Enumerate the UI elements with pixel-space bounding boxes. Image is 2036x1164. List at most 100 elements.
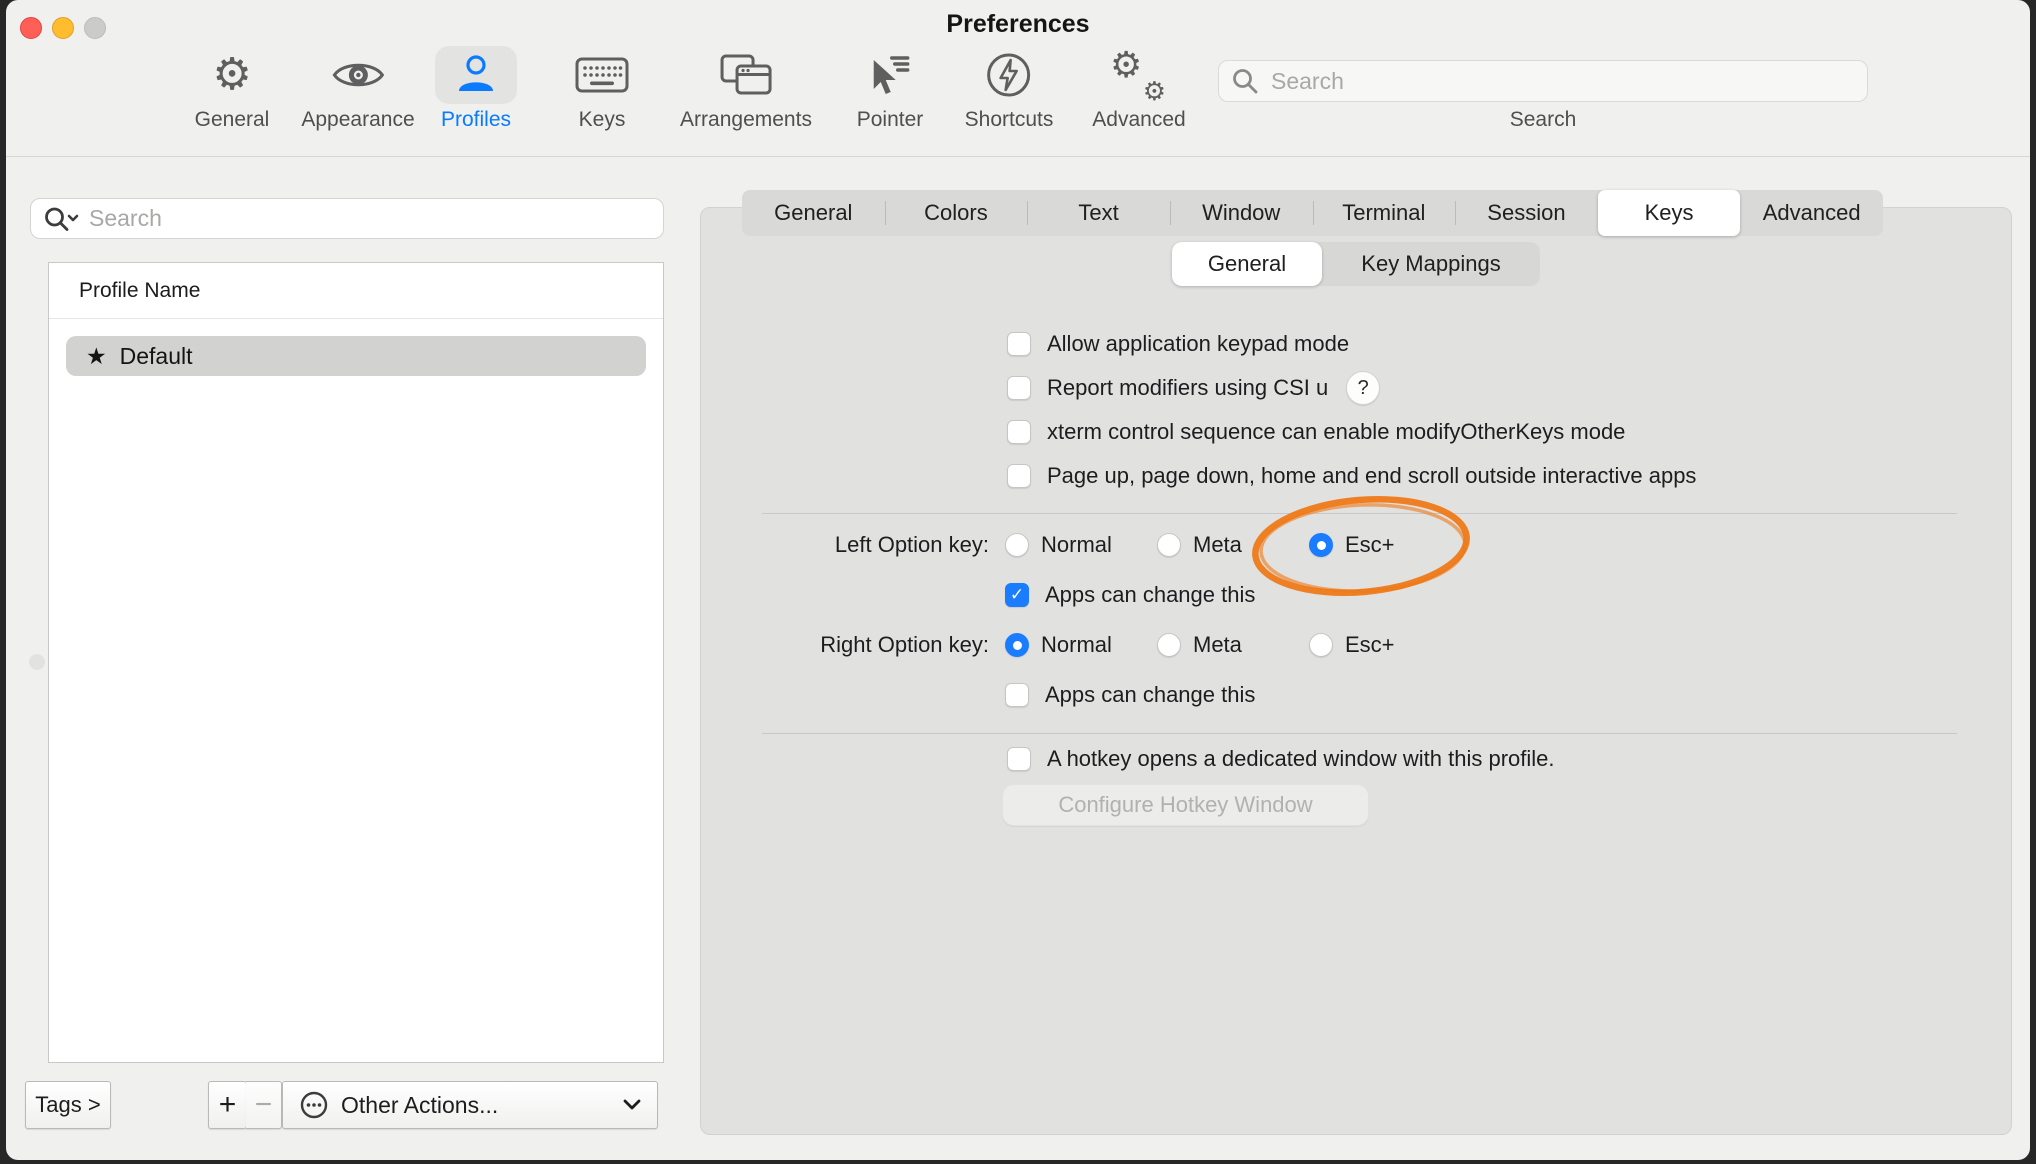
tab-advanced[interactable]: Advanced xyxy=(1740,190,1883,236)
toolbar-item-label: Advanced xyxy=(1092,108,1185,132)
checkbox-row-left-apps-change: Apps can change this xyxy=(1005,578,1255,612)
radio-right-option-esc[interactable]: Esc+ xyxy=(1309,628,1395,662)
toolbar-item-label: Keys xyxy=(579,108,626,132)
toolbar-item-shortcuts[interactable]: Shortcuts xyxy=(965,46,1054,132)
toolbar-item-label: Pointer xyxy=(857,108,924,132)
configure-hotkey-window-button[interactable]: Configure Hotkey Window xyxy=(1002,784,1369,826)
toolbar-item-general[interactable]: ⚙ General xyxy=(195,46,270,132)
radio-icon[interactable] xyxy=(1309,633,1333,657)
radio-icon[interactable] xyxy=(1005,533,1029,557)
search-icon xyxy=(1231,67,1259,95)
toolbar-item-advanced[interactable]: ⚙ ⚙ Advanced xyxy=(1092,46,1185,132)
toolbar-item-label: Appearance xyxy=(301,108,414,132)
section-divider xyxy=(762,733,1957,734)
splitter-handle[interactable] xyxy=(29,654,45,670)
radio-label: Meta xyxy=(1193,632,1242,658)
checkbox-left-apps-change-checked[interactable] xyxy=(1005,583,1029,607)
radio-right-option-normal[interactable]: Normal xyxy=(1005,628,1112,662)
tab-keys[interactable]: Keys xyxy=(1598,190,1741,236)
profile-row-default[interactable]: ★ Default xyxy=(66,336,646,376)
other-actions-dropdown[interactable]: Other Actions... xyxy=(282,1081,658,1129)
gear-icon: ⚙ xyxy=(212,51,251,99)
subtab-key-mappings[interactable]: Key Mappings xyxy=(1322,242,1540,286)
radio-label: Normal xyxy=(1041,632,1112,658)
toolbar-search-caption: Search xyxy=(1218,108,1868,132)
checkbox-row-modify-other-keys: xterm control sequence can enable modify… xyxy=(1007,415,1625,449)
toolbar-divider xyxy=(6,156,2030,157)
lightning-icon xyxy=(985,46,1033,104)
checkbox-label[interactable]: Report modifiers using CSI u xyxy=(1047,375,1328,401)
radio-right-option-meta[interactable]: Meta xyxy=(1157,628,1242,662)
profile-search-input[interactable] xyxy=(87,204,651,233)
checkbox-label[interactable]: A hotkey opens a dedicated window with t… xyxy=(1047,746,1555,772)
section-divider xyxy=(762,513,1957,514)
toolbar-item-pointer[interactable]: Pointer xyxy=(857,46,924,132)
profile-tab-strip: General Colors Text Window Terminal Sess… xyxy=(742,190,1883,236)
toolbar-search-input[interactable] xyxy=(1269,67,1855,96)
tab-text[interactable]: Text xyxy=(1027,190,1170,236)
checkbox-row-keypad-mode: Allow application keypad mode xyxy=(1007,327,1349,361)
radio-icon-selected[interactable] xyxy=(1309,533,1333,557)
help-button[interactable]: ? xyxy=(1346,371,1380,405)
toolbar-item-label: Arrangements xyxy=(680,108,812,132)
windows-stack-icon xyxy=(719,46,773,104)
toolbar-item-keys[interactable]: Keys xyxy=(575,46,629,132)
checkbox-row-right-apps-change: Apps can change this xyxy=(1005,678,1255,712)
search-scope-icon xyxy=(43,205,79,233)
subtab-general[interactable]: General xyxy=(1172,242,1322,286)
checkbox-label[interactable]: Allow application keypad mode xyxy=(1047,331,1349,357)
tab-general[interactable]: General xyxy=(742,190,885,236)
tab-colors[interactable]: Colors xyxy=(885,190,1028,236)
tags-button[interactable]: Tags > xyxy=(25,1081,111,1129)
checkbox-label[interactable]: Apps can change this xyxy=(1045,682,1255,708)
keys-subtab-strip: General Key Mappings xyxy=(1172,242,1540,286)
radio-icon[interactable] xyxy=(1157,533,1181,557)
checkbox-row-scroll-outside: Page up, page down, home and end scroll … xyxy=(1007,459,1696,493)
chevron-down-icon xyxy=(623,1099,641,1111)
radio-left-option-normal[interactable]: Normal xyxy=(1005,528,1112,562)
radio-left-option-esc[interactable]: Esc+ xyxy=(1309,528,1395,562)
toolbar-item-profiles[interactable]: Profiles xyxy=(435,46,517,132)
gears-icon: ⚙ ⚙ xyxy=(1110,48,1168,102)
radio-label: Meta xyxy=(1193,532,1242,558)
cursor-icon xyxy=(866,46,914,104)
checkbox-report-csi-u[interactable] xyxy=(1007,376,1031,400)
checkbox-row-hotkey-window: A hotkey opens a dedicated window with t… xyxy=(1007,742,1555,776)
toolbar-item-appearance[interactable]: Appearance xyxy=(301,46,414,132)
person-icon xyxy=(435,46,517,104)
right-option-key-label: Right Option key: xyxy=(701,628,989,662)
radio-left-option-meta[interactable]: Meta xyxy=(1157,528,1242,562)
radio-icon[interactable] xyxy=(1157,633,1181,657)
screenshot-root: { "window": { "title": "Preferences" }, … xyxy=(0,0,2036,1164)
radio-label: Esc+ xyxy=(1345,632,1395,658)
toolbar-search-field[interactable] xyxy=(1218,60,1868,102)
eye-icon xyxy=(330,46,386,104)
checkbox-label[interactable]: Apps can change this xyxy=(1045,582,1255,608)
remove-profile-button[interactable]: − xyxy=(246,1081,282,1129)
checkbox-label[interactable]: Page up, page down, home and end scroll … xyxy=(1047,463,1696,489)
profile-name: Default xyxy=(120,343,193,370)
radio-icon-selected[interactable] xyxy=(1005,633,1029,657)
checkbox-right-apps-change[interactable] xyxy=(1005,683,1029,707)
checkbox-hotkey-window[interactable] xyxy=(1007,747,1031,771)
tab-window[interactable]: Window xyxy=(1170,190,1313,236)
toolbar-item-label: Profiles xyxy=(441,108,511,132)
radio-label: Esc+ xyxy=(1345,532,1395,558)
checkbox-label[interactable]: xterm control sequence can enable modify… xyxy=(1047,419,1625,445)
checkbox-modify-other-keys[interactable] xyxy=(1007,420,1031,444)
tab-session[interactable]: Session xyxy=(1455,190,1598,236)
window-title: Preferences xyxy=(6,10,2030,39)
add-profile-button[interactable]: + xyxy=(208,1081,247,1129)
other-actions-label: Other Actions... xyxy=(341,1092,498,1119)
profile-search-field[interactable] xyxy=(30,198,664,239)
preferences-window: Preferences ⚙ General Appearance Profile… xyxy=(6,0,2030,1160)
header-divider xyxy=(49,318,663,319)
keyboard-icon xyxy=(575,46,629,104)
profile-list-header: Profile Name xyxy=(79,279,200,303)
toolbar-item-arrangements[interactable]: Arrangements xyxy=(680,46,812,132)
checkbox-allow-keypad-mode[interactable] xyxy=(1007,332,1031,356)
toolbar-item-label: Shortcuts xyxy=(965,108,1054,132)
tab-terminal[interactable]: Terminal xyxy=(1313,190,1456,236)
checkbox-scroll-outside-apps[interactable] xyxy=(1007,464,1031,488)
checkbox-row-csi-u: Report modifiers using CSI u ? xyxy=(1007,371,1380,405)
